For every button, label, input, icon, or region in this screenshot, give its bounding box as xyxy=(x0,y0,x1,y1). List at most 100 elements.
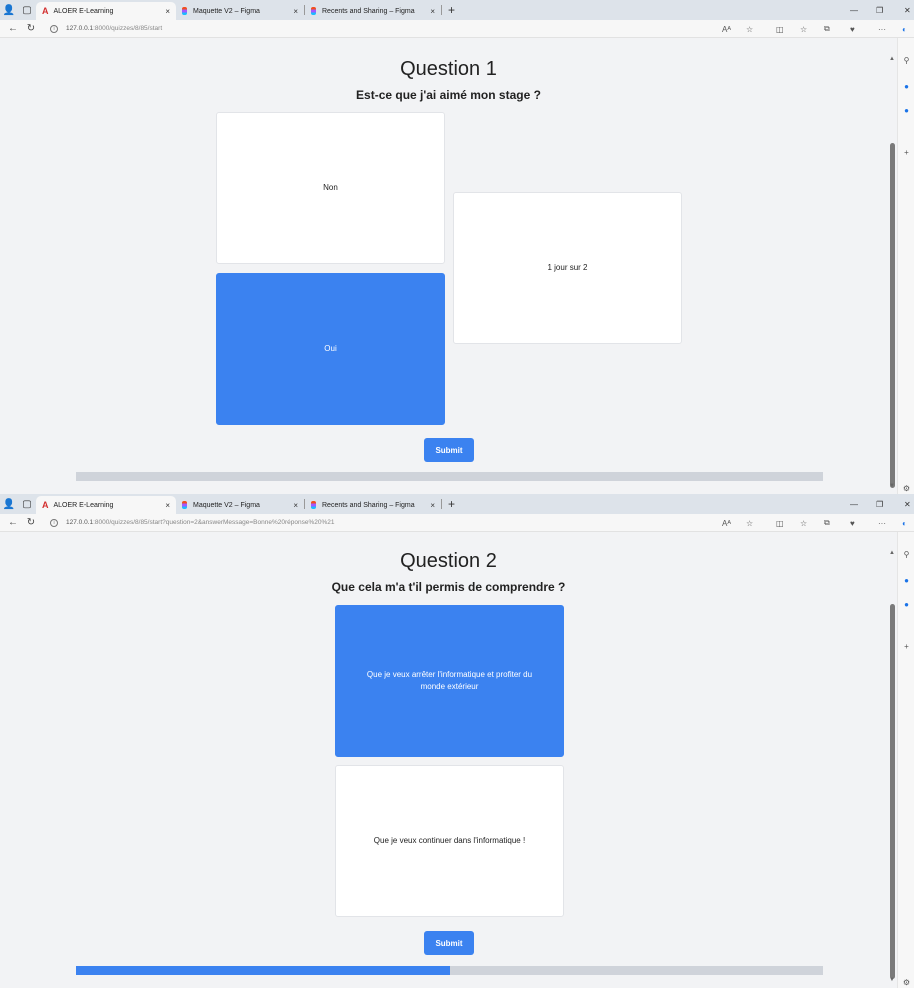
tab-figma-maquette[interactable]: Maquette V2 – Figma × xyxy=(176,2,304,20)
add-sidebar-app-icon[interactable]: + xyxy=(902,148,911,157)
tab-separator xyxy=(441,499,442,509)
outlook-icon[interactable]: ● xyxy=(902,600,911,609)
sidebar-settings-icon[interactable]: ⚙ xyxy=(902,978,911,987)
favorite-star-icon[interactable]: ☆ xyxy=(746,20,753,38)
window-close-icon[interactable]: ✕ xyxy=(904,494,911,514)
question-text: Que cela m'a t'il permis de comprendre ? xyxy=(331,580,566,594)
search-icon[interactable]: ⚲ xyxy=(902,550,911,559)
answer-card[interactable]: Non xyxy=(216,112,445,264)
question-text: Est-ce que j'ai aimé mon stage ? xyxy=(356,88,541,102)
tab-bar: 👤 ▢ A ALOER E-Learning × Maquette V2 – F… xyxy=(0,0,914,20)
progress-bar xyxy=(76,472,823,481)
tab-label: Recents and Sharing – Figma xyxy=(322,501,415,509)
restore-icon[interactable]: ❐ xyxy=(876,0,883,20)
tab-figma-recents[interactable]: Recents and Sharing – Figma × xyxy=(305,496,441,514)
close-tab-icon[interactable]: × xyxy=(165,501,170,510)
progress-bar xyxy=(76,966,823,975)
sidebar-settings-icon[interactable]: ⚙ xyxy=(902,484,911,493)
copilot-sidebar-icon[interactable]: ● xyxy=(902,576,911,585)
outlook-icon[interactable]: ● xyxy=(902,106,911,115)
close-tab-icon[interactable]: × xyxy=(430,501,435,510)
answer-card-selected[interactable]: Oui xyxy=(216,273,445,425)
collections-icon[interactable]: ⧉ xyxy=(824,20,830,38)
minimize-icon[interactable]: — xyxy=(850,0,858,20)
tab-aloer[interactable]: A ALOER E-Learning × xyxy=(36,2,176,20)
scroll-down-icon[interactable]: ▼ xyxy=(889,483,895,489)
new-tab-button[interactable]: + xyxy=(448,497,455,511)
browser-window-question-1: 👤 ▢ A ALOER E-Learning × Maquette V2 – F… xyxy=(0,0,914,494)
question-title: Question 2 xyxy=(400,550,497,572)
tab-label: Maquette V2 – Figma xyxy=(193,7,260,15)
extensions-icon[interactable]: ♥ xyxy=(850,514,855,532)
back-icon[interactable]: ← xyxy=(4,517,22,528)
tab-aloer[interactable]: A ALOER E-Learning × xyxy=(36,496,176,514)
edge-sidebar: ⚲ ● ● + ⚙ xyxy=(897,532,914,988)
site-info-icon[interactable]: i xyxy=(50,24,58,33)
figma-icon xyxy=(182,7,187,15)
question-title: Question 1 xyxy=(400,58,497,80)
tab-separator xyxy=(441,5,442,15)
back-icon[interactable]: ← xyxy=(4,23,22,34)
tab-figma-recents[interactable]: Recents and Sharing – Figma × xyxy=(305,2,441,20)
scroll-up-icon[interactable]: ▲ xyxy=(889,56,895,62)
profile-icon[interactable]: 👤 xyxy=(0,0,18,20)
browser-window-question-2: 👤 ▢ A ALOER E-Learning × Maquette V2 – F… xyxy=(0,494,914,988)
close-tab-icon[interactable]: × xyxy=(293,7,298,16)
read-aloud-icon[interactable]: Aᴬ xyxy=(722,514,731,532)
favorite-star-icon[interactable]: ☆ xyxy=(746,514,753,532)
url-field[interactable]: i 127.0.0.1:8000/quizzes/8/85/start?ques… xyxy=(50,518,335,527)
submit-button[interactable]: Submit xyxy=(424,438,474,462)
scroll-up-icon[interactable]: ▲ xyxy=(889,550,895,556)
answer-card-selected[interactable]: Que je veux arrêter l'informatique et pr… xyxy=(335,605,564,757)
scrollbar-thumb[interactable] xyxy=(890,143,895,488)
profile-icon[interactable]: 👤 xyxy=(0,494,18,514)
address-bar: ← ↻ i 127.0.0.1:8000/quizzes/8/85/start?… xyxy=(0,514,914,532)
tab-actions-icon[interactable]: ▢ xyxy=(18,0,36,20)
tab-label: Recents and Sharing – Figma xyxy=(322,7,415,15)
edge-sidebar: ⚲ ● ● + ⚙ xyxy=(897,38,914,494)
tab-actions-icon[interactable]: ▢ xyxy=(18,494,36,514)
copilot-icon[interactable]: ◐ xyxy=(902,20,907,38)
scrollbar-thumb[interactable] xyxy=(890,604,895,979)
figma-icon xyxy=(311,7,316,15)
window-close-icon[interactable]: ✕ xyxy=(904,0,911,20)
url-host: 127.0.0.1 xyxy=(66,519,94,526)
refresh-icon[interactable]: ↻ xyxy=(22,517,40,528)
close-tab-icon[interactable]: × xyxy=(293,501,298,510)
tab-bar: 👤 ▢ A ALOER E-Learning × Maquette V2 – F… xyxy=(0,494,914,514)
quiz-page: Question 2 Que cela m'a t'il permis de c… xyxy=(0,532,897,988)
progress-fill xyxy=(76,966,450,975)
add-sidebar-app-icon[interactable]: + xyxy=(902,642,911,651)
close-tab-icon[interactable]: × xyxy=(430,7,435,16)
search-icon[interactable]: ⚲ xyxy=(902,56,911,65)
favorites-icon[interactable]: ☆ xyxy=(800,514,807,532)
close-tab-icon[interactable]: × xyxy=(165,7,170,16)
scroll-down-icon[interactable]: ▼ xyxy=(889,977,895,983)
copilot-icon[interactable]: ◐ xyxy=(902,514,907,532)
url-path: :8000/quizzes/8/85/start xyxy=(93,25,163,32)
answer-card[interactable]: Que je veux continuer dans l'informatiqu… xyxy=(335,765,564,917)
split-screen-icon[interactable]: ◫ xyxy=(776,20,784,38)
url-field[interactable]: i 127.0.0.1:8000/quizzes/8/85/start xyxy=(50,24,163,33)
new-tab-button[interactable]: + xyxy=(448,3,455,17)
restore-icon[interactable]: ❐ xyxy=(876,494,883,514)
more-options-icon[interactable]: ··· xyxy=(878,20,886,38)
more-options-icon[interactable]: ··· xyxy=(878,514,886,532)
answer-card[interactable]: 1 jour sur 2 xyxy=(453,192,682,344)
read-aloud-icon[interactable]: Aᴬ xyxy=(722,20,731,38)
tab-label: Maquette V2 – Figma xyxy=(193,501,260,509)
quiz-page: Question 1 Est-ce que j'ai aimé mon stag… xyxy=(0,38,897,494)
refresh-icon[interactable]: ↻ xyxy=(22,23,40,34)
collections-icon[interactable]: ⧉ xyxy=(824,514,830,532)
tab-figma-maquette[interactable]: Maquette V2 – Figma × xyxy=(176,496,304,514)
minimize-icon[interactable]: — xyxy=(850,494,858,514)
extensions-icon[interactable]: ♥ xyxy=(850,20,855,38)
tab-label: ALOER E-Learning xyxy=(53,501,114,509)
split-screen-icon[interactable]: ◫ xyxy=(776,514,784,532)
aloer-logo-icon: A xyxy=(42,6,49,16)
site-info-icon[interactable]: i xyxy=(50,518,58,527)
figma-icon xyxy=(182,501,187,509)
favorites-icon[interactable]: ☆ xyxy=(800,20,807,38)
copilot-sidebar-icon[interactable]: ● xyxy=(902,82,911,91)
submit-button[interactable]: Submit xyxy=(424,931,474,955)
